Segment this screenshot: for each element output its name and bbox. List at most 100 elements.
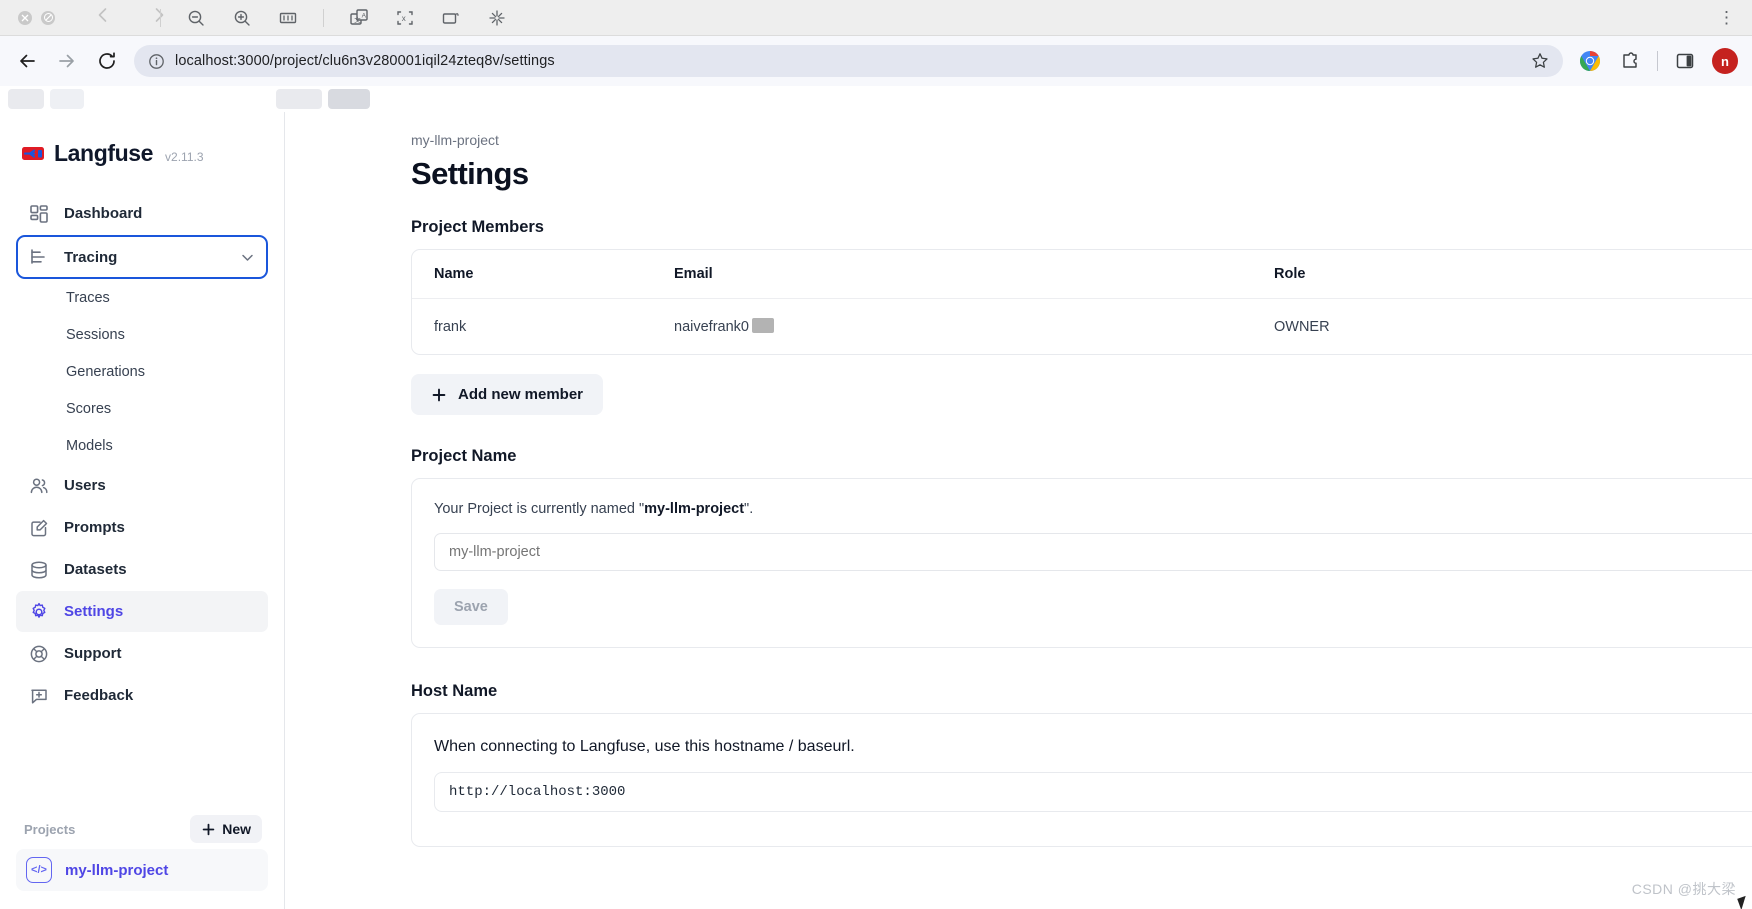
- zoom-out-icon[interactable]: [185, 7, 207, 29]
- project-name-panel: Your Project is currently named "my-llm-…: [411, 478, 1752, 648]
- column-header-role: Role: [1252, 250, 1752, 299]
- sidebar-item-label: Datasets: [64, 561, 127, 578]
- sidebar-item-models[interactable]: Models: [16, 428, 268, 464]
- project-members-card: Name Email Role frank naivefrank0 OWNER: [411, 249, 1752, 355]
- project-name-desc-prefix: Your Project is currently named ": [434, 501, 645, 517]
- host-name-heading: Host Name: [411, 682, 498, 700]
- sidebar-item-dashboard[interactable]: Dashboard: [16, 193, 268, 234]
- prompts-icon: [28, 517, 50, 539]
- sidebar-item-label: Scores: [66, 401, 112, 417]
- tab-ghost-gap: [90, 89, 270, 109]
- brand[interactable]: Langfuse v2.11.3: [16, 112, 268, 193]
- sidebar-project-my-llm-project[interactable]: </> my-llm-project: [16, 849, 268, 891]
- back-icon[interactable]: [93, 5, 113, 30]
- sidebar-item-traces[interactable]: Traces: [16, 280, 268, 316]
- column-header-email: Email: [652, 250, 1252, 299]
- browser-reload-button[interactable]: [94, 48, 120, 74]
- new-project-button[interactable]: New: [190, 815, 262, 843]
- sidebar-item-users[interactable]: Users: [16, 465, 268, 506]
- toolbar-divider-3: [1657, 51, 1658, 71]
- save-button[interactable]: Save: [434, 589, 508, 625]
- sidebar-item-label: Dashboard: [64, 205, 143, 222]
- zoom-in-icon[interactable]: [231, 7, 253, 29]
- browser-forward-button[interactable]: [54, 48, 80, 74]
- side-panel-icon[interactable]: [1672, 48, 1698, 74]
- address-bar-url[interactable]: localhost:3000/project/clu6n3v280001iqil…: [175, 53, 555, 69]
- add-new-member-button[interactable]: Add new member: [411, 374, 604, 415]
- gear-icon: [28, 601, 50, 623]
- overflow-menu-icon[interactable]: ⋮: [1718, 8, 1736, 28]
- tab-ghost-2: [50, 89, 84, 109]
- star-icon[interactable]: [1531, 52, 1549, 70]
- window-controls[interactable]: [18, 10, 55, 25]
- tab-ghost-1: [8, 89, 44, 109]
- feedback-icon: [28, 685, 50, 707]
- sidebar-item-label: Settings: [64, 603, 124, 620]
- sidebar-item-label: Prompts: [64, 519, 125, 536]
- sidebar-item-prompts[interactable]: Prompts: [16, 507, 268, 548]
- new-project-label: New: [222, 821, 251, 837]
- project-name-input[interactable]: [434, 533, 1752, 571]
- sidebar-item-scores[interactable]: Scores: [16, 391, 268, 427]
- close-icon[interactable]: [18, 10, 32, 25]
- sidebar-item-label: Sessions: [66, 327, 125, 343]
- table-row: frank naivefrank0 OWNER: [412, 299, 1752, 355]
- breadcrumb[interactable]: my-llm-project: [411, 112, 1752, 148]
- table-header-row: Name Email Role: [412, 250, 1752, 299]
- project-members-heading: Project Members: [411, 218, 544, 236]
- magic-icon[interactable]: [486, 7, 508, 29]
- ocr-icon[interactable]: x: [394, 7, 416, 29]
- sidebar-item-label: Models: [66, 438, 113, 454]
- svg-text:A: A: [362, 12, 367, 19]
- column-header-name: Name: [412, 250, 652, 299]
- os-nav-arrows[interactable]: [93, 5, 169, 30]
- translate-icon[interactable]: A文: [348, 7, 370, 29]
- sidebar-item-feedback[interactable]: Feedback: [16, 675, 268, 716]
- svg-text:x: x: [402, 14, 406, 23]
- member-email-text: naivefrank0: [674, 319, 749, 335]
- projects-label: Projects: [24, 821, 76, 837]
- host-name-panel: When connecting to Langfuse, use this ho…: [411, 713, 1752, 847]
- project-name-desc-suffix: ".: [744, 501, 754, 517]
- sidebar-item-generations[interactable]: Generations: [16, 354, 268, 390]
- toolbar-divider-2: [323, 8, 324, 27]
- avatar[interactable]: n: [1712, 48, 1738, 74]
- sidebar-item-sessions[interactable]: Sessions: [16, 317, 268, 353]
- actual-size-icon[interactable]: [277, 7, 299, 29]
- os-toolbar-tools: A文 x: [160, 7, 508, 29]
- window-icon[interactable]: [440, 7, 462, 29]
- minimize-icon[interactable]: [41, 10, 55, 25]
- brand-version: v2.11.3: [165, 149, 204, 164]
- main-content: my-llm-project Settings Project Members …: [285, 112, 1752, 909]
- projects-header: Projects New: [16, 815, 268, 843]
- page-title: Settings: [411, 156, 529, 191]
- sidebar-item-settings[interactable]: Settings: [16, 591, 268, 632]
- langfuse-logo-icon: [22, 144, 44, 164]
- browser-back-button[interactable]: [14, 48, 40, 74]
- tab-ghost-4: [328, 89, 370, 109]
- redaction-box: [751, 318, 774, 333]
- sidebar-item-datasets[interactable]: Datasets: [16, 549, 268, 590]
- info-icon[interactable]: [148, 53, 165, 70]
- host-name-value-row: http://localhost:3000: [434, 772, 1752, 812]
- extensions-icon[interactable]: [1617, 48, 1643, 74]
- screenshot-root: A文 x ⋮ localhost:3000/project/clu6n3v280…: [0, 0, 1752, 909]
- chrome-icon[interactable]: [1577, 48, 1603, 74]
- sidebar-item-label: Generations: [66, 364, 145, 380]
- sidebar-item-support[interactable]: Support: [16, 633, 268, 674]
- project-name-desc-value: my-llm-project: [644, 501, 745, 517]
- plus-icon: [202, 823, 215, 835]
- browser-actions: n: [1577, 48, 1738, 74]
- sidebar-item-label: Tracing: [64, 248, 118, 266]
- project-members-table: Name Email Role frank naivefrank0 OWNER: [412, 250, 1752, 354]
- sidebar-item-label: Traces: [66, 290, 110, 306]
- tracing-icon: [28, 246, 50, 268]
- sidebar-item-tracing[interactable]: Tracing: [16, 235, 268, 279]
- sidebar-project-label: my-llm-project: [65, 861, 169, 879]
- svg-text:文: 文: [354, 14, 361, 23]
- lifebuoy-icon: [28, 643, 50, 665]
- chevron-down-icon[interactable]: [239, 249, 256, 266]
- project-name-heading: Project Name: [411, 447, 517, 465]
- omnibox[interactable]: localhost:3000/project/clu6n3v280001iqil…: [134, 45, 1563, 77]
